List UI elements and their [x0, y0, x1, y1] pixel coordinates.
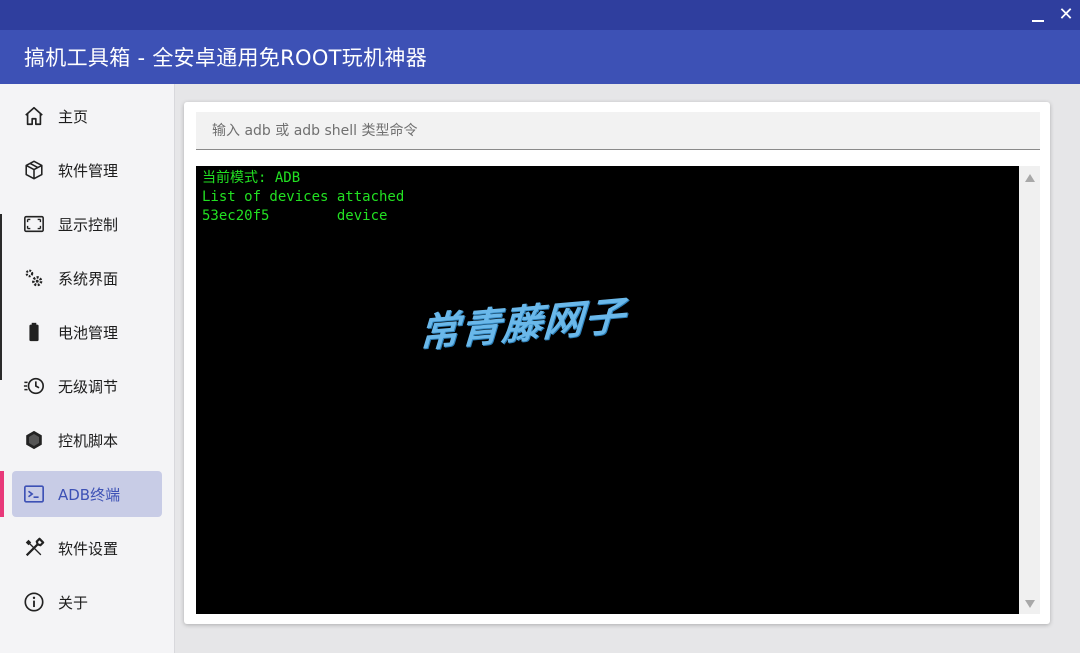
sidebar-item-software-settings[interactable]: 软件设置: [12, 525, 162, 571]
sidebar-item-system-ui[interactable]: 系统界面: [12, 255, 162, 301]
sidebar-item-battery-management[interactable]: 电池管理: [12, 309, 162, 355]
sidebar-edge-mark: [0, 310, 2, 380]
sidebar-edge-mark: [0, 214, 2, 310]
terminal-output[interactable]: 当前模式: ADB List of devices attached 53ec2…: [196, 166, 1019, 614]
sidebar-item-about[interactable]: 关于: [12, 579, 162, 625]
clock-adjust-icon: [22, 374, 46, 398]
terminal-line: 当前模式: ADB: [202, 170, 301, 186]
hexagon-icon: [22, 428, 46, 452]
terminal-icon: [22, 482, 46, 506]
sidebar-item-label: 主页: [58, 107, 89, 126]
sidebar-item-label: 软件设置: [58, 539, 119, 558]
sidebar-item-label: 控机脚本: [58, 431, 119, 450]
active-indicator: [0, 471, 4, 517]
sidebar-item-label: 软件管理: [58, 161, 119, 180]
package-icon: [22, 158, 46, 182]
sidebar-item-label: 显示控制: [58, 215, 119, 234]
info-icon: [22, 590, 46, 614]
terminal-line: List of devices attached: [202, 189, 405, 205]
sidebar-item-adb-terminal[interactable]: ADB终端: [12, 471, 162, 517]
sidebar-item-stepless-adjust[interactable]: 无级调节: [12, 363, 162, 409]
sidebar-item-label: 电池管理: [58, 323, 119, 342]
terminal-line: 53ec20f5 device: [202, 208, 388, 224]
command-box: [196, 112, 1040, 150]
sidebar-item-label: 关于: [58, 593, 89, 612]
command-input[interactable]: [196, 112, 1040, 149]
title-bar: ✕ 搞机工具箱 - 全安卓通用免ROOT玩机神器: [0, 0, 1080, 84]
screen-frame-icon: [22, 212, 46, 236]
sidebar-item-label: ADB终端: [58, 485, 121, 504]
sidebar: 主页 软件管理 显示控制 系统界面 电池管理 无级调节 控机脚本 ADB终端 软…: [0, 84, 174, 653]
arrow-down-icon: [1024, 600, 1035, 608]
sidebar-item-label: 系统界面: [58, 269, 119, 288]
sidebar-item-home[interactable]: 主页: [12, 93, 162, 139]
scroll-up-button[interactable]: [1019, 168, 1040, 188]
arrow-up-icon: [1024, 174, 1035, 182]
tools-icon: [22, 536, 46, 560]
gears-icon: [22, 266, 46, 290]
app-title: 搞机工具箱 - 全安卓通用免ROOT玩机神器: [24, 46, 428, 70]
terminal-scrollbar[interactable]: [1019, 166, 1040, 614]
sidebar-item-label: 无级调节: [58, 377, 119, 396]
battery-icon: [22, 320, 46, 344]
close-icon[interactable]: ✕: [1055, 4, 1077, 26]
scroll-down-button[interactable]: [1019, 594, 1040, 614]
window-controls-strip: [0, 0, 1080, 30]
home-icon: [22, 104, 46, 128]
minimize-icon[interactable]: [1028, 4, 1048, 26]
sidebar-item-display-control[interactable]: 显示控制: [12, 201, 162, 247]
sidebar-item-control-scripts[interactable]: 控机脚本: [12, 417, 162, 463]
sidebar-item-software-management[interactable]: 软件管理: [12, 147, 162, 193]
